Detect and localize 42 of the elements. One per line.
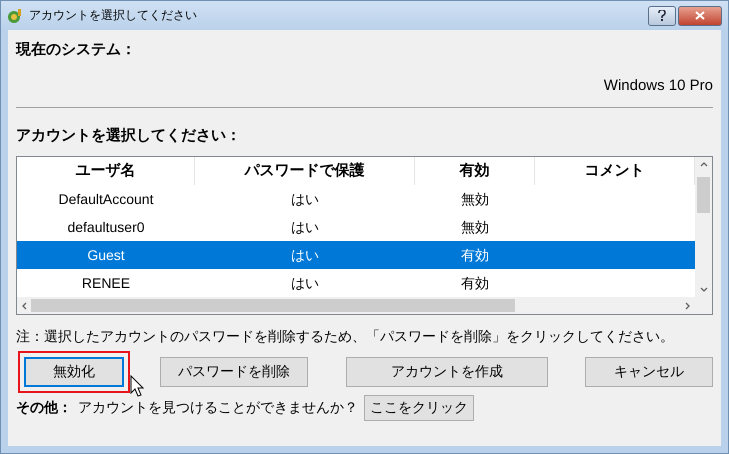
account-table[interactable]: ユーザ名 パスワードで保護 有効 コメント DefaultAccount はい 無効 defaultuser0 はい 無効 Guest はい 有効 RENEE はい 有効 (16, 156, 713, 315)
section-heading: 現在のシステム： (16, 40, 137, 59)
system-name: Windows 10 Pro (602, 77, 713, 94)
help-icon (658, 10, 666, 21)
help-question: アカウントを見つけることができませんか？ (78, 399, 358, 417)
action-button[interactable]: アカウントを作成 (346, 357, 548, 387)
column-header[interactable]: ユーザ名 (17, 157, 195, 185)
footer-label: その他： (16, 399, 72, 417)
table-cell-text: defaultuser0 (66, 218, 146, 237)
table-cell-text: はい (290, 274, 320, 293)
column-header[interactable]: パスワードで保護 (195, 157, 415, 185)
note-text: 注：選択したアカウントのパスワードを削除するため、「パスワードを削除」をクリックしてください。 (16, 327, 675, 346)
column-header[interactable]: 有効 (415, 157, 535, 185)
horizontal-scrollbar[interactable] (17, 297, 712, 314)
click-here-button[interactable]: ここをクリック (364, 395, 474, 421)
table-cell-text: Guest (86, 246, 126, 265)
table-cell-text: はい (290, 218, 320, 237)
table-cell-text: 有効 (460, 246, 490, 265)
table-cell-text: 有効 (460, 274, 490, 293)
table-row[interactable]: Guest はい 有効 (17, 241, 695, 269)
vertical-scrollbar[interactable] (695, 157, 712, 297)
scroll-thumb[interactable] (31, 299, 515, 312)
mouse-pointer-icon (130, 375, 144, 397)
action-button[interactable]: パスワードを削除 (160, 357, 308, 387)
close-icon (695, 11, 705, 20)
action-button[interactable]: 無効化 (24, 357, 124, 387)
scroll-thumb[interactable] (697, 177, 710, 213)
table-cell-text: はい (290, 190, 320, 209)
close-button[interactable] (678, 6, 722, 26)
table-row[interactable]: defaultuser0 はい 無効 (17, 213, 695, 241)
window-title: アカウントを選択してください (29, 7, 198, 24)
table-row[interactable]: RENEE はい 有効 (17, 269, 695, 297)
action-button[interactable]: キャンセル (585, 357, 713, 387)
help-button[interactable] (648, 6, 676, 26)
table-row[interactable]: DefaultAccount はい 無効 (17, 185, 695, 213)
app-icon (7, 8, 23, 24)
table-cell-text: 無効 (460, 190, 490, 209)
table-cell-text: DefaultAccount (58, 190, 154, 209)
section-heading: アカウントを選択してください： (16, 126, 242, 145)
table-cell-text: はい (290, 246, 320, 265)
table-cell-text: RENEE (80, 274, 132, 293)
table-cell-text: 無効 (460, 218, 490, 237)
